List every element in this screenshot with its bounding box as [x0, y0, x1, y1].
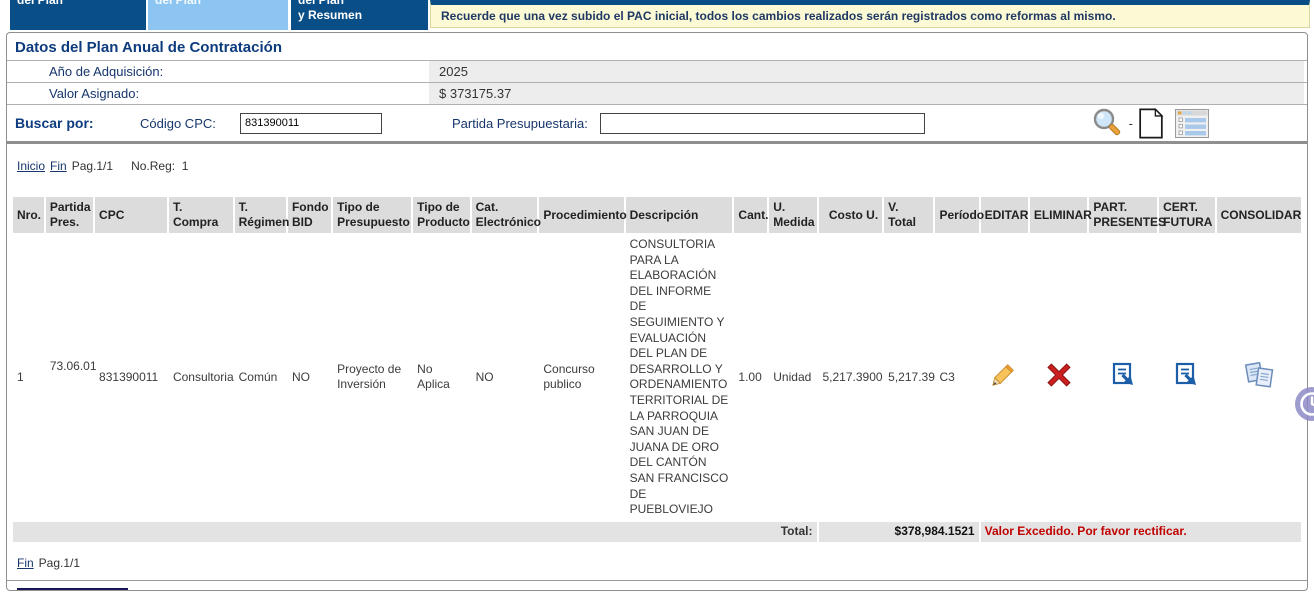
separator-dash: -	[1129, 116, 1133, 131]
col-procedimiento: Procedimiento	[539, 197, 623, 233]
col-partida-pres: Partida Pres.	[46, 197, 93, 233]
table-row: 1 73.06.01 831390011 Consultoria Común N…	[13, 235, 1301, 520]
detail-list-icon[interactable]	[1175, 109, 1209, 138]
col-cert-futura: CERT. FUTURA	[1159, 197, 1214, 233]
cell-tipo-producto: No Aplica	[413, 235, 469, 520]
col-editar: EDITAR	[981, 197, 1028, 233]
col-t-regimen: T. Régimen	[235, 197, 286, 233]
cell-cat-electronico: NO	[472, 235, 538, 520]
total-label: Total:	[13, 522, 817, 542]
field-row-year: Año de Adquisición: 2025	[7, 61, 1307, 83]
col-u-medida: U. Medida	[769, 197, 816, 233]
partida-presupuestaria-input[interactable]	[600, 113, 925, 134]
col-fondo-bid: Fondo BID	[288, 197, 331, 233]
page-indicator: Pag.1/1	[72, 159, 113, 173]
cell-cert-futura	[1159, 235, 1214, 520]
assigned-value: $ 373175.37	[429, 83, 1304, 104]
back-button[interactable]: Regresar	[17, 588, 128, 591]
cell-periodo: C3	[935, 235, 978, 520]
cell-procedimiento: Concurso publico	[539, 235, 623, 520]
cert-futura-form-icon[interactable]	[1173, 362, 1200, 389]
new-document-icon[interactable]	[1138, 108, 1164, 139]
col-costo-u: Costo U.	[819, 197, 883, 233]
col-descripcion: Descripción	[626, 197, 733, 233]
col-tipo-presupuesto: Tipo de Presupuesto	[333, 197, 411, 233]
page-title: Datos del Plan Anual de Contratación	[7, 33, 1307, 61]
cell-partida: 73.06.01	[46, 235, 93, 520]
col-part-presentes: PART. PRESENTES	[1089, 197, 1157, 233]
pac-items-table: Nro. Partida Pres. CPC T. Compra T. Régi…	[11, 195, 1303, 544]
cell-cant: 1.00	[734, 235, 767, 520]
year-label: Año de Adquisición:	[7, 64, 429, 79]
pagination-fin-link-bottom[interactable]: Fin	[17, 556, 34, 570]
pagination-bottom: Fin Pag.1/1	[7, 544, 1307, 581]
col-cat-electronico: Cat. Electrónico	[472, 197, 538, 233]
col-consolidar: CONSOLIDAR	[1217, 197, 1301, 233]
reg-count-label: No.Reg:	[131, 159, 175, 173]
pagination-fin-link[interactable]: Fin	[50, 159, 67, 173]
cell-descripcion: CONSULTORIA PARA LA ELABORACIÓN DEL INFO…	[626, 235, 733, 520]
tab-del-plan-2-active[interactable]: del Plan	[148, 0, 288, 30]
table-header-row: Nro. Partida Pres. CPC T. Compra T. Régi…	[13, 197, 1301, 233]
consolidar-copy-icon[interactable]	[1241, 360, 1276, 391]
cell-part-presentes	[1089, 235, 1157, 520]
tab-del-plan-y-resumen[interactable]: del Plan y Resumen	[291, 0, 428, 30]
total-row: Total: $378,984.1521 Valor Excedido. Por…	[13, 522, 1301, 542]
col-cant: Cant.	[734, 197, 767, 233]
tab-del-plan-1[interactable]: del Plan	[10, 0, 146, 30]
col-cpc: CPC	[95, 197, 167, 233]
cpc-code-input[interactable]	[240, 113, 382, 134]
field-row-amount: Valor Asignado: $ 373175.37	[7, 83, 1307, 105]
cell-u-medida: Unidad	[769, 235, 816, 520]
cell-fondo-bid: NO	[288, 235, 331, 520]
total-warning-text: Valor Excedido. Por favor rectificar.	[981, 522, 1301, 542]
partida-presupuestaria-label: Partida Presupuestaria:	[452, 116, 588, 131]
tab-label: del Plan	[148, 0, 288, 8]
cell-nro: 1	[13, 235, 44, 520]
reg-count-value: 1	[182, 159, 189, 173]
search-title: Buscar por:	[15, 115, 140, 131]
pac-items-table-wrap: Nro. Partida Pres. CPC T. Compra T. Régi…	[7, 181, 1307, 544]
cell-consolidar	[1217, 235, 1301, 520]
cell-eliminar	[1030, 235, 1088, 520]
cell-v-total: 5,217.39	[884, 235, 933, 520]
cpc-code-label: Código CPC:	[140, 116, 240, 131]
search-icon[interactable]	[1091, 107, 1124, 140]
tab-label: del Plan	[10, 0, 146, 8]
delete-x-icon[interactable]	[1047, 363, 1071, 387]
cell-costo-u: 5,217.3900	[819, 235, 883, 520]
footer: Regresar	[7, 581, 1307, 591]
edit-pencil-icon[interactable]	[991, 362, 1017, 388]
part-presentes-form-icon[interactable]	[1110, 362, 1137, 389]
col-eliminar: ELIMINAR	[1030, 197, 1088, 233]
tab-label-line1: del Plan	[291, 0, 428, 8]
col-periodo: Período	[935, 197, 978, 233]
pac-reform-notice: Recuerde que una vez subido el PAC inici…	[430, 0, 1310, 28]
search-bar: Buscar por: Código CPC: Partida Presupue…	[7, 105, 1307, 144]
col-nro: Nro.	[13, 197, 44, 233]
year-value: 2025	[429, 61, 1304, 82]
cell-tipo-presupuesto: Proyecto de Inversión	[333, 235, 411, 520]
col-t-compra: T. Compra	[169, 197, 233, 233]
pagination-inicio-link[interactable]: Inicio	[17, 159, 45, 173]
cell-editar	[981, 235, 1028, 520]
assigned-value-label: Valor Asignado:	[7, 86, 429, 101]
notice-text: Recuerde que una vez subido el PAC inici…	[441, 9, 1116, 23]
total-value: $378,984.1521	[819, 522, 979, 542]
col-v-total: V. Total	[884, 197, 933, 233]
pagination-top: Inicio Fin Pag.1/1 No.Reg: 1	[7, 144, 1307, 181]
session-timer-widget[interactable]	[1293, 385, 1314, 423]
cell-cpc: 831390011	[95, 235, 167, 520]
cell-t-regimen: Común	[235, 235, 286, 520]
col-tipo-producto: Tipo de Producto	[413, 197, 469, 233]
tab-label-line2: y Resumen	[291, 8, 428, 23]
pac-main-panel: Datos del Plan Anual de Contratación Año…	[6, 32, 1308, 591]
page-indicator-bottom: Pag.1/1	[39, 556, 80, 570]
top-tab-strip: del Plan del Plan del Plan y Resumen Rec…	[0, 0, 1314, 31]
cell-t-compra: Consultoria	[169, 235, 233, 520]
